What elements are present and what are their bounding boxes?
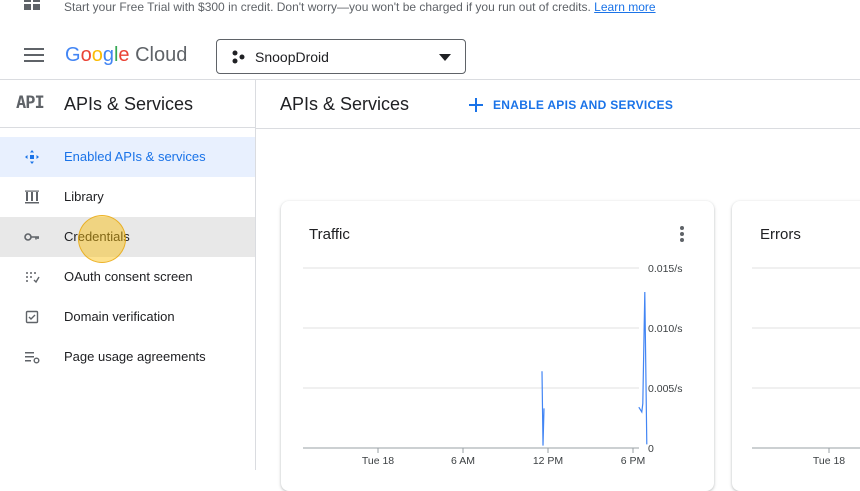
key-icon [24, 233, 39, 241]
sidebar: API APIs & Services Enabled APIs & servi… [0, 80, 256, 470]
project-icon [232, 50, 245, 64]
sidebar-nav: Enabled APIs & services Library Credenti… [0, 137, 256, 377]
x-tick-label: Tue 18 [362, 455, 394, 467]
sidebar-item-label: Enabled APIs & services [64, 149, 206, 164]
traffic-series-line [541, 371, 545, 446]
sidebar-item-label: Domain verification [64, 309, 175, 324]
sidebar-item-credentials[interactable]: Credentials [0, 217, 255, 257]
x-tick-label: 12 PM [533, 455, 563, 467]
sidebar-item-label: Page usage agreements [64, 349, 206, 364]
traffic-card: Traffic 0.015/s 0.010/s 0.005/s 0 Tue 18 6 AM… [281, 201, 714, 491]
api-icon: API [16, 93, 45, 113]
checkbox-icon [25, 310, 39, 324]
plus-icon [468, 97, 484, 113]
errors-card: Errors Tue 18 [732, 201, 860, 491]
sidebar-item-domain-verification[interactable]: Domain verification [0, 297, 255, 337]
sidebar-header: API APIs & Services [0, 80, 256, 128]
sidebar-title: APIs & Services [64, 94, 194, 114]
settings-list-icon [25, 352, 40, 364]
top-bar: Google Cloud SnoopDroid [0, 18, 860, 80]
y-tick-label: 0.015/s [648, 263, 682, 275]
menu-icon[interactable] [24, 48, 44, 64]
sidebar-item-oauth-consent[interactable]: OAuth consent screen [0, 257, 255, 297]
free-trial-banner: Start your Free Trial with $300 in credi… [0, 0, 860, 18]
errors-chart: Tue 18 [752, 267, 860, 467]
sidebar-item-page-usage[interactable]: Page usage agreements [0, 337, 255, 377]
page-title: APIs & Services [280, 94, 410, 114]
errors-x-tick: Tue 18 [813, 455, 845, 467]
enable-apis-button[interactable]: ENABLE APIS AND SERVICES [468, 94, 673, 116]
google-cloud-logo[interactable]: Google Cloud [65, 44, 187, 67]
y-tick-label: 0.010/s [648, 323, 682, 335]
x-tick-label: 6 AM [451, 455, 475, 467]
project-name: SnoopDroid [255, 49, 329, 65]
sidebar-item-label: Library [64, 189, 104, 204]
traffic-chart: 0.015/s 0.010/s 0.005/s 0 Tue 18 6 AM 12 PM 6 P… [303, 263, 682, 467]
traffic-series-line [638, 291, 648, 445]
enable-apis-label: ENABLE APIS AND SERVICES [493, 98, 674, 112]
project-selector[interactable]: SnoopDroid [216, 39, 466, 74]
dots-grid-icon [26, 272, 40, 284]
learn-more-link[interactable]: Learn more [594, 0, 655, 14]
sidebar-item-library[interactable]: Library [0, 177, 255, 217]
banner-text: Start your Free Trial with $300 in credi… [64, 0, 591, 14]
banner-message: Start your Free Trial with $300 in credi… [64, 0, 656, 14]
apps-grid-icon[interactable] [24, 0, 40, 10]
y-tick-label: 0 [648, 443, 654, 455]
chevron-down-icon [439, 54, 451, 61]
sidebar-item-enabled-apis[interactable]: Enabled APIs & services [0, 137, 255, 177]
x-tick-label: 6 PM [621, 455, 646, 467]
library-icon [25, 190, 39, 204]
diamond-arrows-icon [25, 150, 39, 164]
y-tick-label: 0.005/s [648, 383, 682, 395]
sidebar-item-label: OAuth consent screen [64, 269, 193, 284]
main-header: APIs & Services ENABLE APIS AND SERVICES [256, 80, 860, 129]
sidebar-item-label: Credentials [64, 229, 130, 244]
